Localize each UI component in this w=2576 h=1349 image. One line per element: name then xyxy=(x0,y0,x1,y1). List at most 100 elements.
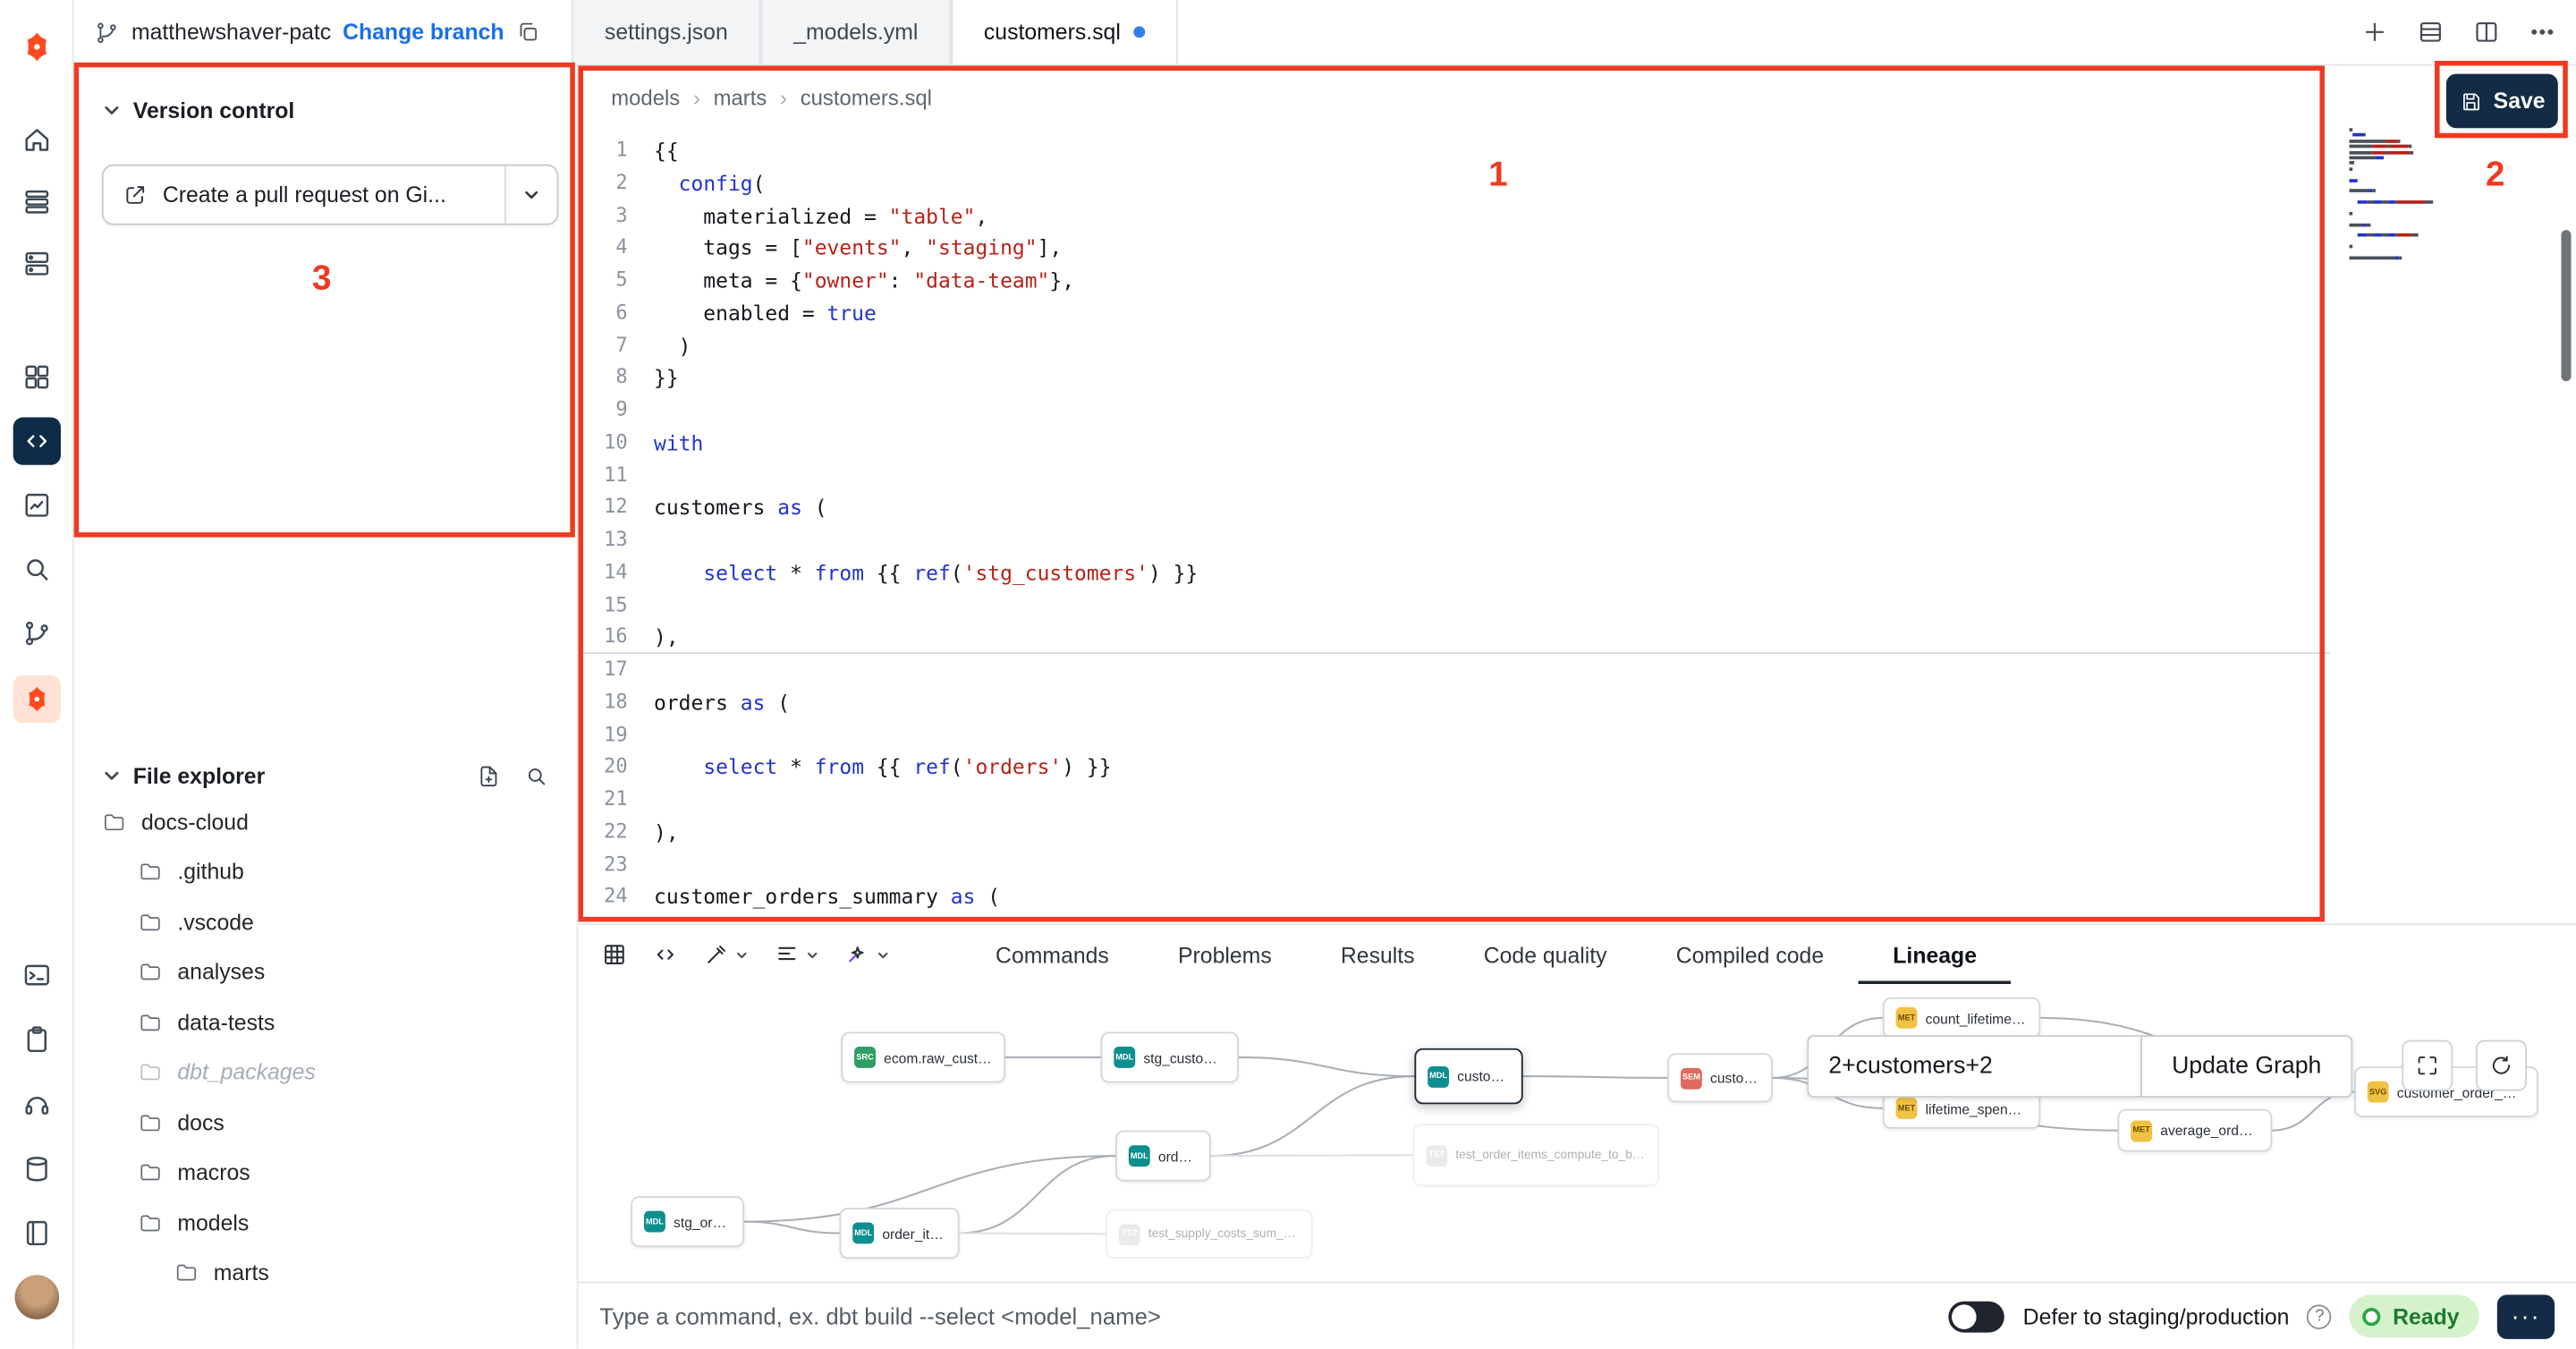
copy-icon[interactable] xyxy=(515,20,540,45)
code-line[interactable]: 7 ) xyxy=(579,329,2330,361)
file-item-macros[interactable]: macros xyxy=(74,1148,577,1198)
bottom-tab-compiled-code[interactable]: Compiled code xyxy=(1641,925,1859,984)
dbt-cloud-icon[interactable] xyxy=(13,675,61,723)
version-control-header[interactable]: Version control xyxy=(74,86,577,135)
file-item-.github[interactable]: .github xyxy=(74,847,577,897)
change-branch-link[interactable]: Change branch xyxy=(343,20,504,45)
file-item-dbt_packages[interactable]: dbt_packages xyxy=(74,1048,577,1098)
dashboards-icon[interactable] xyxy=(13,481,61,529)
code-line[interactable]: 24customer_orders_summary as ( xyxy=(579,881,2330,913)
file-item-models[interactable]: models xyxy=(74,1198,577,1248)
code-line[interactable]: 19 xyxy=(579,719,2330,751)
more-menu-icon[interactable] xyxy=(2529,18,2556,46)
panel-list-icon[interactable] xyxy=(2417,18,2445,46)
fullscreen-button[interactable] xyxy=(2402,1040,2453,1091)
lineage-node-stgc[interactable]: MDLstg_customers xyxy=(1101,1031,1239,1082)
pr-dropdown-caret[interactable] xyxy=(504,166,557,224)
lineage-node-aov[interactable]: METaverage_order_value xyxy=(2118,1109,2273,1152)
breadcrumb-item[interactable]: customers.sql xyxy=(801,86,932,111)
lineage-selector-input[interactable] xyxy=(1828,1053,2121,1079)
lineage-node-oitems[interactable]: MDLorder_items xyxy=(840,1208,960,1259)
compare-branch-icon[interactable] xyxy=(13,609,61,657)
lineage-node-t1[interactable]: TSTtest_order_items_compute_to_book_corr… xyxy=(1413,1124,1660,1186)
lineage-canvas[interactable]: Update Graph SRCecom.raw_customersMDLstg… xyxy=(579,984,2576,1281)
refresh-button[interactable] xyxy=(2476,1040,2527,1091)
lineage-node-csem[interactable]: SEMcustomers xyxy=(1667,1053,1773,1102)
lint-fix-dropdown[interactable] xyxy=(844,941,890,967)
code-line[interactable]: 5 meta = {"owner": "data-team"}, xyxy=(579,265,2330,297)
lineage-node-ord[interactable]: MDLorders xyxy=(1115,1131,1211,1182)
status-badge[interactable]: Ready xyxy=(2350,1294,2479,1337)
more-actions-button[interactable]: ··· xyxy=(2497,1294,2555,1338)
bottom-tab-code-quality[interactable]: Code quality xyxy=(1449,925,1641,984)
search-icon[interactable] xyxy=(524,763,549,788)
code-line[interactable]: 11 xyxy=(579,459,2330,491)
code-line[interactable]: 6 enabled = true xyxy=(579,297,2330,329)
tab-settings.json[interactable]: settings.json xyxy=(572,0,760,64)
code-line[interactable]: 3 materialized = "table", xyxy=(579,199,2330,232)
file-item-analyses[interactable]: analyses xyxy=(74,947,577,997)
code-line[interactable]: 12customers as ( xyxy=(579,492,2330,524)
explore-search-icon[interactable] xyxy=(13,546,61,593)
clipboard-icon[interactable] xyxy=(13,1015,61,1063)
new-tab-plus-icon[interactable] xyxy=(2360,18,2388,46)
lineage-node-cust[interactable]: MDLcustomers xyxy=(1414,1048,1522,1104)
dbt-logo[interactable] xyxy=(13,23,61,71)
code-line[interactable]: 23 xyxy=(579,849,2330,881)
breadcrumb-item[interactable]: models xyxy=(611,86,680,111)
jobs-list-icon[interactable] xyxy=(13,177,61,225)
command-input[interactable] xyxy=(599,1303,1930,1329)
help-icon[interactable]: ? xyxy=(2308,1303,2333,1328)
breadcrumb-item[interactable]: marts xyxy=(714,86,767,111)
code-line[interactable]: 18orders as ( xyxy=(579,686,2330,718)
lineage-node-stgo[interactable]: MDLstg_orders xyxy=(631,1196,744,1247)
code-editor-icon[interactable] xyxy=(13,418,61,465)
code-line[interactable]: 17 xyxy=(579,654,2330,686)
code-lines[interactable]: 1{{2 config(3 materialized = "table",4 t… xyxy=(579,135,2330,914)
create-pr-button[interactable]: Create a pull request on Gi... xyxy=(102,165,559,225)
code-editor[interactable]: models›marts›customers.sql 1{{2 config(3… xyxy=(579,65,2576,923)
home-icon[interactable] xyxy=(13,116,61,164)
code-line[interactable]: 2 config( xyxy=(579,167,2330,199)
file-item-.vscode[interactable]: .vscode xyxy=(74,897,577,947)
code-line[interactable]: 10with xyxy=(579,427,2330,459)
notebook-icon[interactable] xyxy=(13,1209,61,1257)
code-view-icon[interactable] xyxy=(652,941,678,967)
file-item-docs[interactable]: docs xyxy=(74,1098,577,1148)
code-line[interactable]: 14 select * from {{ ref('stg_customers')… xyxy=(579,556,2330,589)
code-line[interactable]: 22), xyxy=(579,816,2330,848)
lineage-node-cnt[interactable]: METcount_lifetime_orders xyxy=(1883,997,2040,1039)
editor-scrollbar[interactable] xyxy=(2561,230,2571,381)
code-line[interactable]: 1{{ xyxy=(579,135,2330,167)
split-panel-icon[interactable] xyxy=(2472,18,2500,46)
code-line[interactable]: 21 xyxy=(579,784,2330,816)
code-line[interactable]: 15 xyxy=(579,589,2330,621)
bottom-tab-commands[interactable]: Commands xyxy=(961,925,1143,984)
code-line[interactable]: 9 xyxy=(579,395,2330,427)
file-item-docs-cloud[interactable]: docs-cloud xyxy=(74,797,577,847)
minimap[interactable] xyxy=(2350,128,2544,261)
code-line[interactable]: 16), xyxy=(579,622,2330,654)
save-button[interactable]: Save xyxy=(2446,74,2558,129)
file-item-marts[interactable]: marts xyxy=(74,1248,577,1298)
format-dropdown[interactable] xyxy=(774,941,819,967)
update-graph-button[interactable]: Update Graph xyxy=(2140,1035,2352,1098)
bottom-tab-lineage[interactable]: Lineage xyxy=(1859,925,2012,984)
tab-customers.sql[interactable]: customers.sql xyxy=(951,0,1178,64)
apps-grid-icon[interactable] xyxy=(13,353,61,401)
bottom-tab-results[interactable]: Results xyxy=(1306,925,1449,984)
table-view-icon[interactable] xyxy=(601,941,627,967)
lineage-node-t2[interactable]: TSTtest_supply_costs_sum_correctly xyxy=(1106,1209,1312,1259)
code-line[interactable]: 8}} xyxy=(579,362,2330,395)
code-line[interactable]: 13 xyxy=(579,524,2330,556)
file-explorer-header[interactable]: File explorer xyxy=(74,751,577,800)
tab-_models.yml[interactable]: _models.yml xyxy=(760,0,951,64)
user-avatar[interactable] xyxy=(15,1275,60,1319)
bottom-tab-problems[interactable]: Problems xyxy=(1143,925,1306,984)
new-file-icon[interactable] xyxy=(477,763,502,788)
database-icon[interactable] xyxy=(13,1145,61,1192)
file-item-data-tests[interactable]: data-tests xyxy=(74,997,577,1048)
code-line[interactable]: 20 select * from {{ ref('orders') }} xyxy=(579,751,2330,784)
support-headset-icon[interactable] xyxy=(13,1082,61,1129)
wand-dropdown[interactable] xyxy=(703,941,749,967)
